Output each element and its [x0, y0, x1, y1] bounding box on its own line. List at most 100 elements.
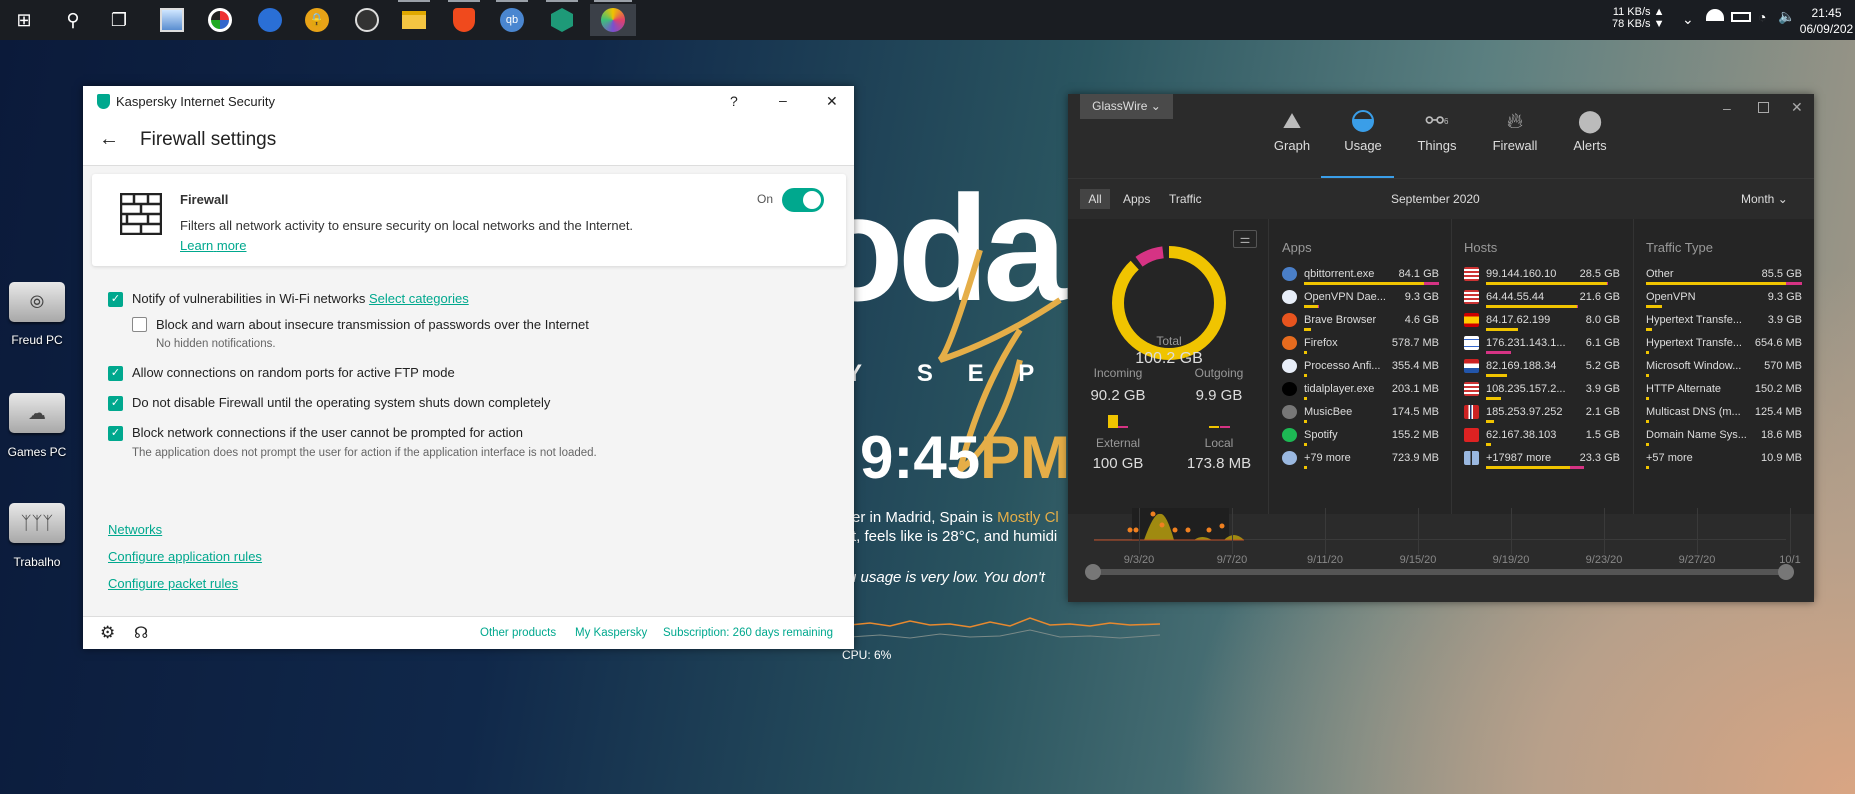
checkbox-keep-firewall[interactable]: ✓	[108, 396, 123, 411]
networks-link[interactable]: Networks	[108, 522, 162, 537]
desktop-icon-games-pc[interactable]: ☁	[9, 393, 65, 433]
list-item[interactable]: OpenVPN 9.3 GB	[1646, 291, 1802, 313]
nordvpn-icon[interactable]	[250, 4, 290, 36]
list-item[interactable]: Domain Name Sys... 18.6 MB	[1646, 429, 1802, 451]
nav-graph[interactable]: ⛰ Graph	[1262, 104, 1322, 153]
firewall-toggle[interactable]	[782, 188, 824, 212]
select-categories-link[interactable]: Select categories	[369, 291, 469, 306]
volume-icon[interactable]: 🔈	[1778, 8, 1795, 25]
usage-bar	[1646, 466, 1649, 469]
list-item[interactable]: Firefox 578.7 MB	[1282, 336, 1439, 359]
usage-bar	[1646, 305, 1662, 308]
qbittorrent-icon[interactable]: qb	[492, 0, 532, 36]
checkbox-ftp-random-ports[interactable]: ✓	[108, 366, 123, 381]
list-item[interactable]: Multicast DNS (m... 125.4 MB	[1646, 406, 1802, 428]
list-item[interactable]: +57 more 10.9 MB	[1646, 452, 1802, 474]
battery-icon[interactable]	[1731, 12, 1751, 22]
subscription-link[interactable]: Subscription: 260 days remaining	[663, 627, 833, 639]
windows-start-icon[interactable]: ⊞	[4, 4, 44, 36]
help-button[interactable]: ?	[730, 93, 738, 109]
checkbox-block-unprompted[interactable]: ✓	[108, 426, 123, 441]
tab-all[interactable]: All	[1080, 189, 1110, 209]
search-icon[interactable]: ⚲	[53, 4, 93, 36]
my-kaspersky-link[interactable]: My Kaspersky	[575, 627, 647, 639]
list-item[interactable]: Microsoft Window... 570 MB	[1646, 360, 1802, 382]
list-item[interactable]: qbittorrent.exe 84.1 GB	[1282, 267, 1439, 290]
incoming-bar	[1486, 397, 1501, 400]
other-products-link[interactable]: Other products	[480, 627, 556, 639]
list-item[interactable]: 82.169.188.34 5.2 GB	[1464, 359, 1620, 382]
brave-icon[interactable]	[444, 0, 484, 36]
musicbee-icon[interactable]	[347, 4, 387, 36]
close-button[interactable]: ✕	[1791, 99, 1803, 116]
list-item[interactable]: HTTP Alternate 150.2 MB	[1646, 383, 1802, 405]
list-item[interactable]: Other 85.5 GB	[1646, 268, 1802, 290]
list-item[interactable]: 84.17.62.199 8.0 GB	[1464, 313, 1620, 336]
task-view-icon[interactable]: ❐	[99, 4, 139, 36]
learn-more-link[interactable]: Learn more	[180, 238, 247, 253]
filter-settings-button[interactable]: ⚌	[1233, 230, 1257, 248]
glasswire-taskbar-icon[interactable]	[590, 0, 636, 36]
list-item[interactable]: Spotify 155.2 MB	[1282, 428, 1439, 451]
monitor-app-icon[interactable]	[152, 4, 192, 36]
list-item[interactable]: Hypertext Transfe... 3.9 GB	[1646, 314, 1802, 336]
desktop-icon-freud-pc[interactable]: ⦾	[9, 282, 65, 322]
timeline-slider-track[interactable]	[1092, 569, 1788, 575]
list-item[interactable]: +17987 more 23.3 GB	[1464, 451, 1620, 474]
lock-app-icon[interactable]: 🔒	[297, 4, 337, 36]
item-name: 84.17.62.199	[1486, 314, 1551, 326]
list-item[interactable]: 64.44.55.44 21.6 GB	[1464, 290, 1620, 313]
list-item[interactable]: +79 more 723.9 MB	[1282, 451, 1439, 474]
incoming-bar	[1646, 374, 1649, 377]
maximize-button[interactable]	[1758, 102, 1769, 113]
desktop-icon-trabalho[interactable]: ᛉᛉᛉ	[9, 503, 65, 543]
usage-bar	[1646, 397, 1649, 400]
settings-gear-icon[interactable]: ⚙	[100, 623, 115, 643]
back-arrow-icon[interactable]: ←	[99, 128, 119, 151]
configure-packet-rules-link[interactable]: Configure packet rules	[108, 576, 238, 591]
close-button[interactable]: ✕	[826, 93, 838, 110]
list-item[interactable]: 185.253.97.252 2.1 GB	[1464, 405, 1620, 428]
list-item[interactable]: OpenVPN Dae... 9.3 GB	[1282, 290, 1439, 313]
file-explorer-icon[interactable]	[394, 0, 434, 36]
tab-traffic[interactable]: Traffic	[1169, 192, 1202, 206]
minimize-button[interactable]: –	[1723, 100, 1731, 116]
tab-apps[interactable]: Apps	[1123, 192, 1150, 206]
chevron-up-icon[interactable]: ⌄	[1682, 11, 1694, 28]
nav-alerts[interactable]: ⬤ Alerts	[1560, 104, 1620, 153]
list-item[interactable]: 62.167.38.103 1.5 GB	[1464, 428, 1620, 451]
list-item[interactable]: tidalplayer.exe 203.1 MB	[1282, 382, 1439, 405]
list-item[interactable]: MusicBee 174.5 MB	[1282, 405, 1439, 428]
glasswire-menu-button[interactable]: GlassWire ⌄	[1080, 94, 1173, 119]
nav-usage[interactable]: Usage	[1333, 104, 1393, 153]
wifi-icon[interactable]: ◔	[1758, 9, 1766, 25]
option-note: The application does not prompt the user…	[132, 447, 597, 459]
usage-bar	[1646, 443, 1649, 446]
flag-icon	[1464, 267, 1479, 281]
usage-bar	[1486, 282, 1608, 285]
nav-things[interactable]: ⚯ 6 Things	[1407, 104, 1467, 153]
range-dropdown[interactable]: Month ⌄	[1741, 192, 1788, 206]
list-item[interactable]: 108.235.157.2... 3.9 GB	[1464, 382, 1620, 405]
checkbox-wifi-vulnerabilities[interactable]: ✓	[108, 292, 123, 307]
item-value: 5.2 GB	[1585, 360, 1620, 372]
support-icon[interactable]: ☊	[134, 623, 148, 643]
color-app-icon[interactable]	[200, 4, 240, 36]
incoming-bar	[1304, 351, 1307, 354]
nav-firewall[interactable]: 🔥︎ Firewall	[1485, 104, 1545, 153]
list-item[interactable]: 176.231.143.1... 6.1 GB	[1464, 336, 1620, 359]
flag-icon	[1464, 428, 1479, 442]
nordvpn-tray-icon[interactable]	[1706, 9, 1724, 21]
list-item[interactable]: Brave Browser 4.6 GB	[1282, 313, 1439, 336]
timeline-slider-end-handle[interactable]	[1778, 564, 1794, 580]
green-app-icon[interactable]	[542, 0, 582, 36]
clock[interactable]: 21:45 06/09/202	[1798, 5, 1855, 37]
list-item[interactable]: Processo Anfi... 355.4 MB	[1282, 359, 1439, 382]
timeline-slider-start-handle[interactable]	[1085, 564, 1101, 580]
item-name: OpenVPN	[1646, 291, 1696, 303]
minimize-button[interactable]: –	[779, 92, 787, 108]
configure-application-rules-link[interactable]: Configure application rules	[108, 549, 262, 564]
list-item[interactable]: Hypertext Transfe... 654.6 MB	[1646, 337, 1802, 359]
checkbox-block-insecure-passwords[interactable]	[132, 317, 147, 332]
list-item[interactable]: 99.144.160.10 28.5 GB	[1464, 267, 1620, 290]
